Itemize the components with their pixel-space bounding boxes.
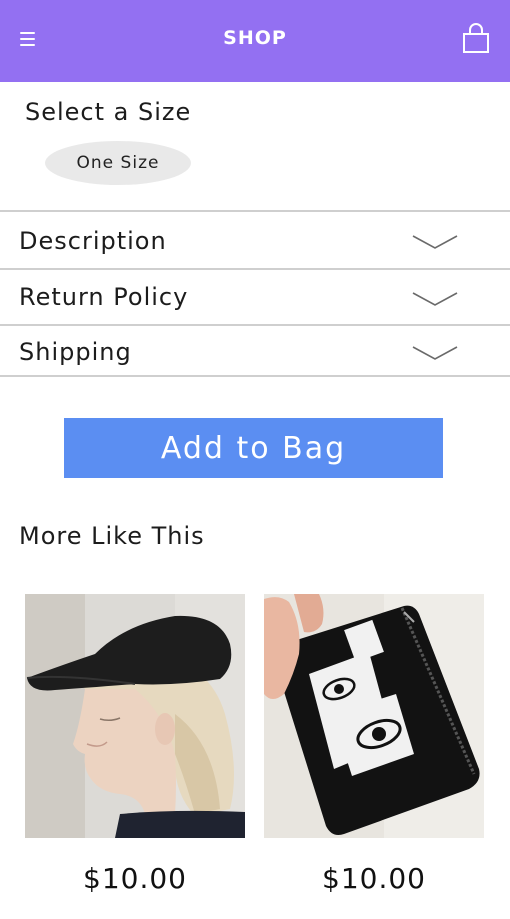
accordion-shipping[interactable]: Shipping — [0, 324, 510, 376]
product-card[interactable]: $10.00 — [25, 594, 245, 895]
chevron-down-icon — [412, 292, 458, 306]
page-title: SHOP — [223, 27, 287, 49]
top-app-bar: SHOP — [0, 0, 510, 82]
accordion-label: Return Policy — [19, 283, 189, 311]
chevron-down-icon — [412, 346, 458, 360]
accordion-return-policy[interactable]: Return Policy — [0, 268, 510, 324]
accordion-label: Shipping — [19, 338, 132, 366]
shopping-bag-icon[interactable] — [462, 22, 490, 54]
product-price: $10.00 — [322, 862, 426, 895]
accordion-description[interactable]: Description — [0, 210, 510, 268]
accordion-label: Description — [19, 227, 167, 255]
divider — [0, 375, 510, 377]
select-size-heading: Select a Size — [25, 98, 192, 126]
add-to-bag-button[interactable]: Add to Bag — [64, 418, 443, 478]
product-card[interactable]: $10.00 — [264, 594, 484, 895]
product-image-eye-pouch[interactable] — [264, 594, 484, 838]
product-price: $10.00 — [83, 862, 187, 895]
more-like-this-heading: More Like This — [19, 522, 205, 550]
chevron-down-icon — [412, 235, 458, 249]
product-image-flat-cap[interactable] — [25, 594, 245, 838]
size-option-one-size[interactable]: One Size — [45, 141, 191, 185]
